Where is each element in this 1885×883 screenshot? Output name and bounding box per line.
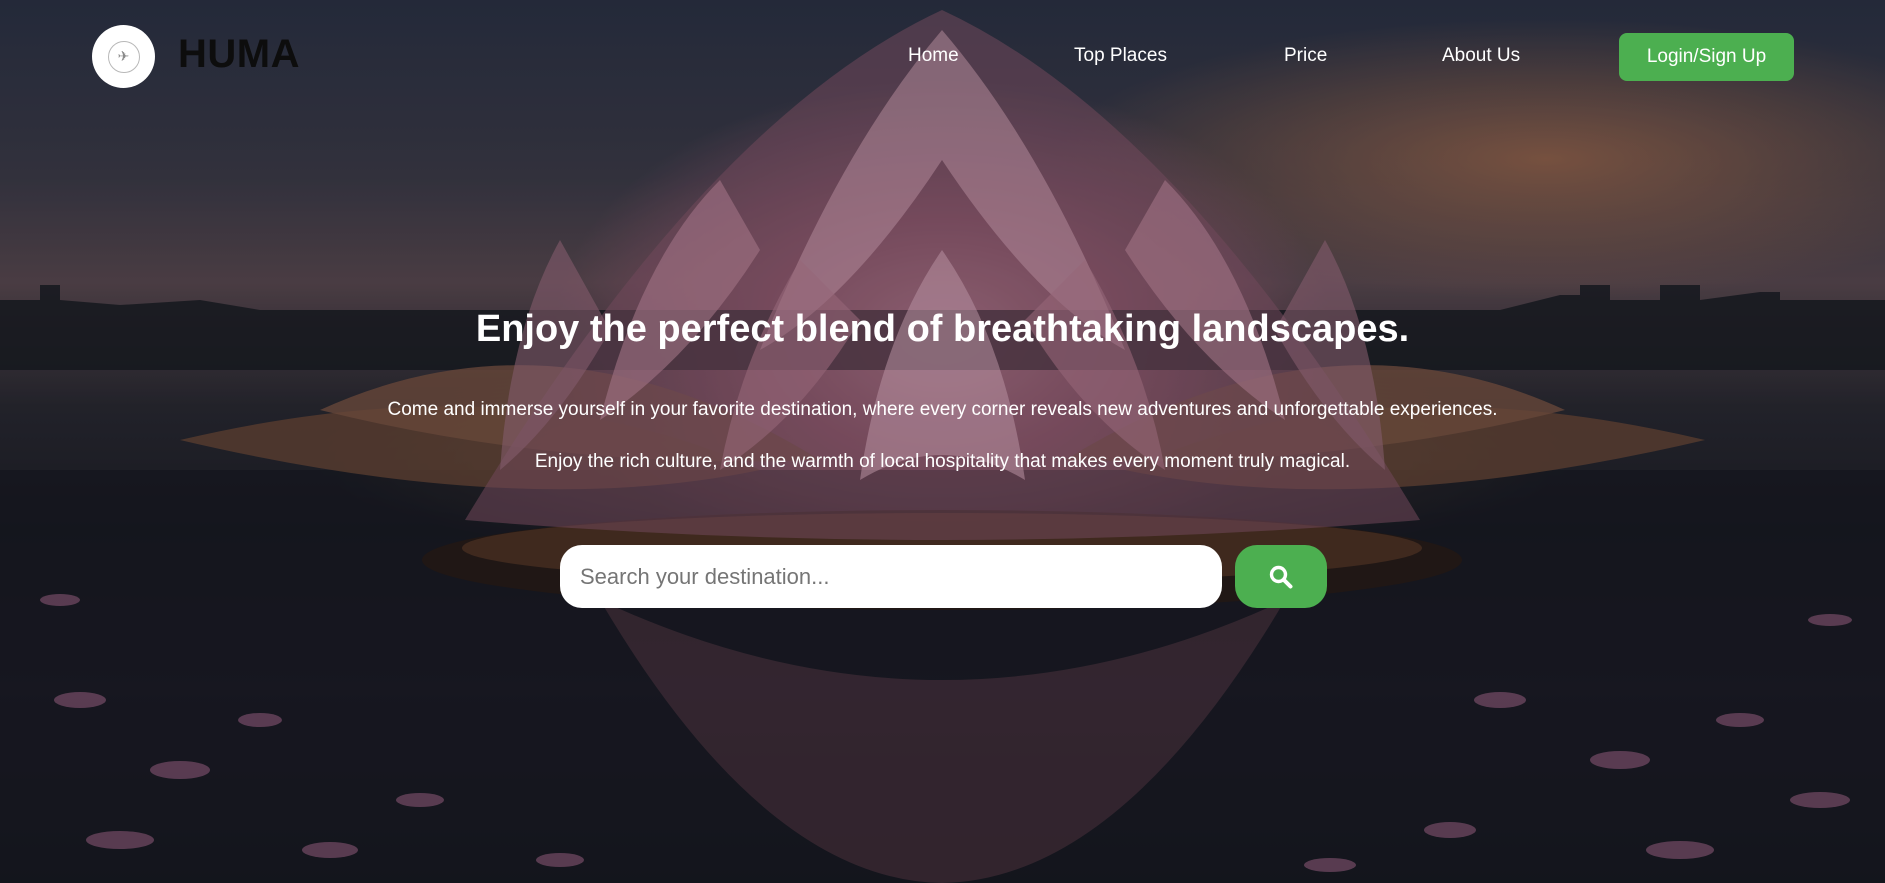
- brand-name: HUMA: [178, 32, 300, 76]
- nav-home[interactable]: Home: [908, 44, 959, 68]
- nav-top-places[interactable]: Top Places: [1074, 44, 1167, 68]
- hero-subtitle-2: Enjoy the rich culture, and the warmth o…: [534, 451, 1351, 472]
- login-signup-button[interactable]: Login/Sign Up: [1619, 33, 1794, 81]
- hero-background: [0, 0, 1885, 883]
- search-icon: [1269, 565, 1293, 588]
- search-button[interactable]: [1235, 545, 1327, 608]
- site-header: ✈ HUMA Home Top Places Price About Us Lo…: [0, 0, 1885, 114]
- search-input[interactable]: [560, 545, 1222, 608]
- hero-subtitle-1: Come and immerse yourself in your favori…: [387, 399, 1498, 420]
- hero-title: Enjoy the perfect blend of breathtaking …: [475, 308, 1410, 350]
- hero-overlay: [0, 0, 1885, 883]
- logo[interactable]: ✈: [92, 25, 155, 88]
- nav-price[interactable]: Price: [1284, 44, 1327, 68]
- plane-icon: ✈: [107, 40, 140, 73]
- nav-about-us[interactable]: About Us: [1442, 44, 1520, 68]
